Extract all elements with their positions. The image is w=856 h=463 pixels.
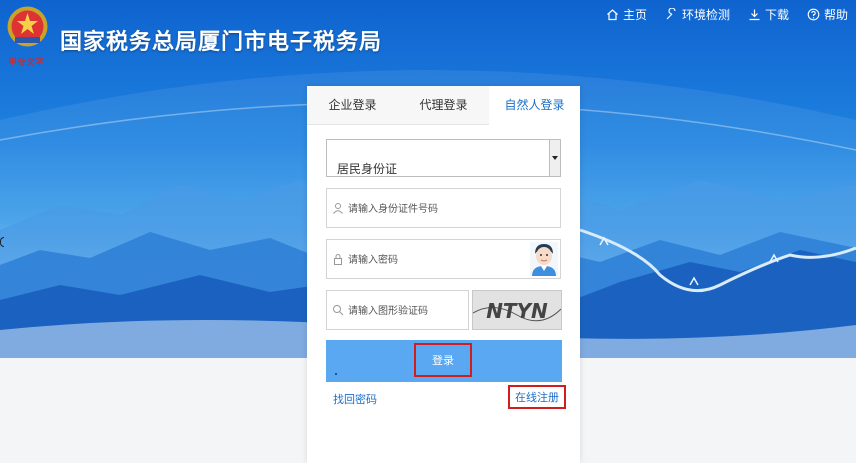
- captcha-graphic: NTYN: [473, 291, 561, 329]
- user-icon: [333, 203, 343, 214]
- login-tabs: 企业登录 代理登录 自然人登录: [307, 86, 580, 125]
- forgot-password-link[interactable]: 找回密码: [333, 391, 377, 407]
- tab-enterprise-login[interactable]: 企业登录: [307, 86, 398, 124]
- download-icon: [749, 9, 760, 21]
- nav-env-check-label: 环境检测: [681, 8, 730, 22]
- face-recognition-icon[interactable]: [530, 242, 558, 276]
- password-input[interactable]: [346, 240, 530, 280]
- tab-agent-login[interactable]: 代理登录: [398, 86, 489, 124]
- login-panel: 企业登录 代理登录 自然人登录 居民身份证 N: [307, 86, 580, 463]
- select-arrow[interactable]: [549, 140, 560, 176]
- focus-dot: [335, 373, 337, 375]
- login-button[interactable]: 登录: [414, 343, 472, 377]
- nav-help-label: 帮助: [823, 8, 848, 22]
- chevron-down-icon: [552, 156, 558, 160]
- captcha-text: NTYN: [486, 299, 548, 323]
- lock-icon: [334, 254, 342, 265]
- captcha-field: [326, 290, 469, 331]
- nav-download-label: 下载: [764, 8, 789, 22]
- home-icon: [607, 9, 618, 21]
- id-type-select[interactable]: 居民身份证: [326, 139, 561, 177]
- left-edge-handle: [0, 237, 4, 247]
- tax-emblem-icon: [7, 6, 48, 47]
- help-icon: [807, 8, 820, 21]
- password-field: [326, 239, 561, 280]
- captcha-image[interactable]: NTYN: [472, 290, 562, 330]
- tab-individual-login[interactable]: 自然人登录: [489, 86, 580, 125]
- nav-env-check[interactable]: 环境检测: [665, 6, 730, 23]
- nav-download[interactable]: 下载: [748, 6, 789, 23]
- id-number-input[interactable]: [346, 189, 530, 229]
- captcha-input[interactable]: [346, 291, 465, 331]
- nav-help[interactable]: 帮助: [807, 6, 848, 23]
- site-title: 国家税务总局厦门市电子税务局: [60, 30, 383, 55]
- online-register-link[interactable]: 在线注册: [508, 385, 566, 409]
- search-icon: [333, 305, 344, 316]
- nav-home[interactable]: 主页: [606, 6, 647, 23]
- signature-text: 甲骨文字: [8, 58, 45, 68]
- login-button-area[interactable]: 登录: [326, 340, 562, 382]
- id-type-value: 居民身份证: [337, 162, 398, 176]
- nav-home-label: 主页: [622, 8, 647, 22]
- id-number-field: [326, 188, 561, 229]
- wrench-icon: [666, 8, 676, 20]
- top-navigation: 主页 环境检测 下载 帮助: [606, 6, 848, 23]
